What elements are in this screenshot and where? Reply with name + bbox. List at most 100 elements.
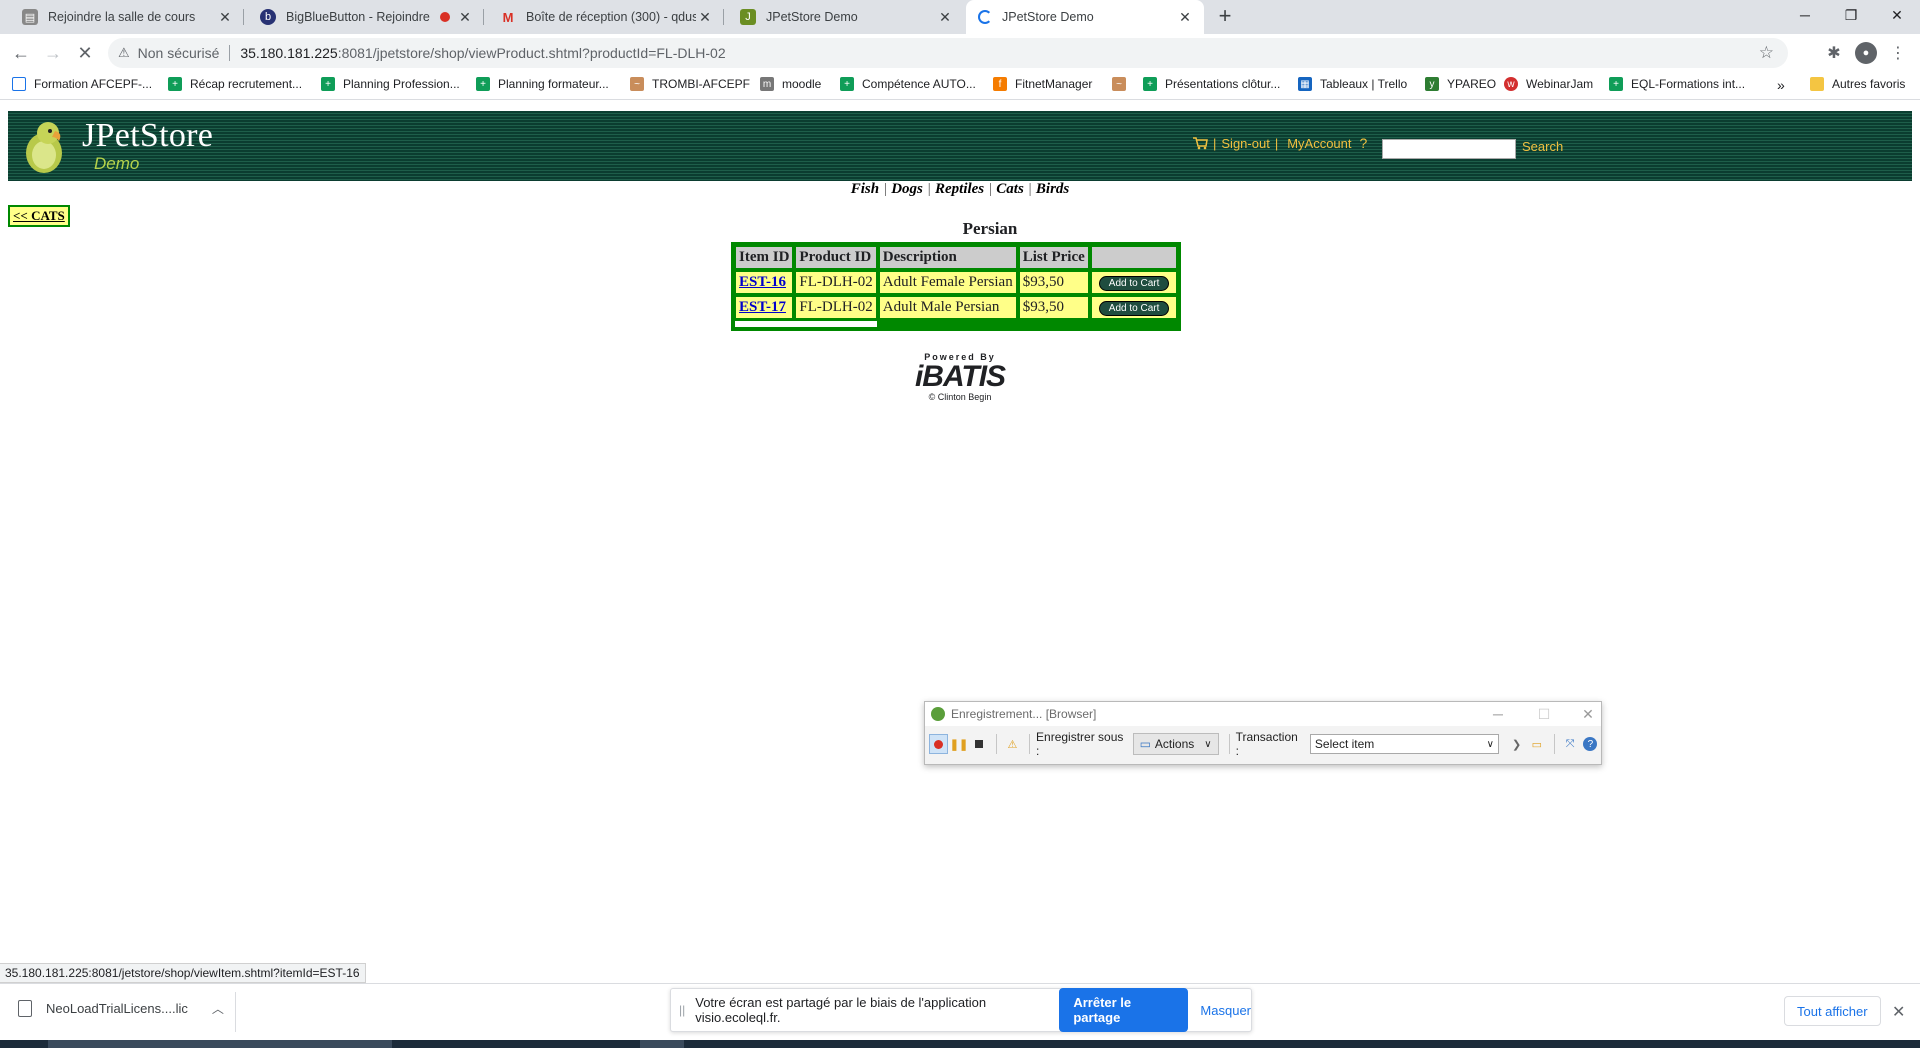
url-path: :8081/jpetstore/shop/viewProduct.shtml?p… (337, 45, 726, 61)
close-icon[interactable]: ✕ (696, 8, 714, 26)
forward-arrow-icon[interactable]: → (40, 40, 66, 66)
pause-button[interactable]: ❚❚ (949, 734, 968, 754)
bookmark-star-icon[interactable]: ☆ (1759, 43, 1774, 63)
item-id-link[interactable]: EST-16 (735, 271, 794, 294)
parrot-logo-icon[interactable] (22, 117, 66, 175)
help-icon[interactable]: ? (1360, 135, 1368, 151)
hide-button[interactable]: Masquer (1200, 1003, 1251, 1018)
stop-button[interactable] (970, 734, 989, 754)
bookmark-item[interactable]: Formation AFCEPF-... (12, 77, 152, 91)
warning-icon[interactable]: ⚠ (118, 45, 130, 61)
close-icon[interactable]: ✕ (456, 8, 474, 26)
table-footer-row (735, 321, 1178, 327)
close-button[interactable]: ✕ (1573, 704, 1603, 724)
add-to-cart-button[interactable]: Add to Cart (1098, 301, 1170, 316)
bookmark-item[interactable]: + Compétence AUTO... (840, 77, 976, 91)
quicklink-dogs[interactable]: Dogs (891, 181, 923, 197)
bookmark-item[interactable]: m moodle (760, 77, 821, 91)
download-shelf: NeoLoadTrialLicens....lic ︿ || Votre écr… (0, 983, 1920, 1040)
close-window-button[interactable]: ✕ (1874, 0, 1920, 30)
quicklink-cats[interactable]: Cats (996, 181, 1024, 197)
transaction-select[interactable]: Select item ∨ (1309, 734, 1499, 754)
back-arrow-icon[interactable]: ← (8, 40, 34, 66)
divider: | (988, 181, 993, 197)
save-as-label: Enregistrer sous : (1036, 730, 1124, 758)
quicklink-fish[interactable]: Fish (851, 181, 879, 197)
sign-out-link[interactable]: Sign-out (1221, 136, 1269, 151)
bookmarks-overflow-button[interactable]: » (1777, 77, 1785, 93)
header-links: | Sign-out | MyAccount ? (1192, 135, 1367, 151)
bookmark-item[interactable]: + Récap recrutement... (168, 77, 302, 91)
bookmark-item[interactable]: + Présentations clôtur... (1143, 77, 1280, 91)
other-bookmarks[interactable]: Autres favoris (1810, 77, 1905, 91)
fitnet-icon: f (993, 77, 1007, 91)
bookmark-item[interactable]: ▦ Tableaux | Trello (1298, 77, 1407, 91)
close-icon[interactable]: ✕ (936, 8, 954, 26)
stop-sharing-button[interactable]: Arrêter le partage (1059, 988, 1189, 1032)
profile-avatar[interactable]: ● (1855, 42, 1877, 64)
tab-gmail[interactable]: M Boîte de réception (300) - qduss ✕ (488, 0, 724, 34)
bookmark-item[interactable]: ~ TROMBI-AFCEPF (630, 77, 750, 91)
bigbluebutton-icon: b (260, 9, 276, 25)
quicklink-reptiles[interactable]: Reptiles (935, 181, 984, 197)
maximize-button[interactable]: ☐ (1529, 704, 1559, 724)
divider: | (1274, 135, 1279, 151)
document-icon: ▤ (22, 9, 38, 25)
search-input[interactable] (1382, 139, 1516, 159)
logo-title[interactable]: JPetStore (82, 117, 213, 155)
restore-button[interactable]: ❐ (1828, 0, 1874, 30)
trombi-icon: ~ (630, 77, 644, 91)
download-filename: NeoLoadTrialLicens....lic (46, 1001, 188, 1016)
recorder-title: Enregistrement... [Browser] (951, 707, 1097, 721)
tab-rejoindre-salle[interactable]: ▤ Rejoindre la salle de cours ✕ (10, 0, 244, 34)
download-item[interactable]: NeoLoadTrialLicens....lic ︿ (18, 1000, 224, 1017)
drag-handle-icon[interactable]: || (679, 1003, 685, 1017)
fit-screen-icon[interactable]: ⤧ (1560, 734, 1579, 754)
address-bar[interactable]: ⚠ Non sécurisé 35.180.181.225 :8081/jpet… (108, 38, 1788, 68)
divider: | (883, 181, 888, 197)
bookmark-item[interactable]: + Planning Profession... (321, 77, 460, 91)
new-tab-button[interactable]: + (1212, 5, 1238, 29)
taskbar-item[interactable] (48, 1040, 392, 1048)
menu-kebab-icon[interactable]: ⋮ (1887, 42, 1909, 64)
minimize-button[interactable]: ─ (1483, 704, 1513, 724)
status-url-bubble: 35.180.181.225:8081/jetstore/shop/viewIt… (0, 963, 366, 983)
close-icon[interactable]: ✕ (1176, 8, 1194, 26)
cart-icon[interactable] (1192, 136, 1208, 150)
category-quicklinks: Fish | Dogs | Reptiles | Cats | Birds (0, 181, 1920, 198)
record-button[interactable] (929, 734, 949, 754)
security-label[interactable]: Non sécurisé (138, 45, 220, 61)
tab-divider (243, 9, 244, 25)
close-icon[interactable]: ✕ (1892, 1002, 1905, 1022)
bookmark-label: Récap recrutement... (190, 77, 303, 91)
taskbar-item[interactable] (640, 1040, 684, 1048)
bookmark-item[interactable]: f FitnetManager (993, 77, 1092, 91)
bookmark-item[interactable]: + EQL-Formations int... (1609, 77, 1745, 91)
warning-icon[interactable]: ⚠ (1003, 734, 1022, 754)
close-icon[interactable]: ✕ (216, 8, 234, 26)
chevron-up-icon[interactable]: ︿ (212, 1000, 224, 1017)
next-arrow-icon[interactable]: ❯ (1507, 734, 1526, 754)
extensions-puzzle-icon[interactable]: ✱ (1823, 42, 1845, 64)
tab-jpetstore-active[interactable]: JPetStore Demo ✕ (966, 0, 1204, 34)
minimize-button[interactable]: ─ (1782, 0, 1828, 30)
recorder-titlebar[interactable]: Enregistrement... [Browser] ─ ☐ ✕ (925, 702, 1601, 726)
folder-icon: ▭ (1139, 737, 1151, 751)
help-icon[interactable]: ? (1581, 734, 1600, 754)
open-folder-icon[interactable]: ▭ (1527, 734, 1546, 754)
tab-bigbluebutton[interactable]: b BigBlueButton - Rejoindre la ✕ (248, 0, 484, 34)
show-all-button[interactable]: Tout afficher (1784, 996, 1881, 1026)
my-account-link[interactable]: MyAccount (1287, 136, 1351, 151)
search-button[interactable]: Search (1522, 139, 1563, 154)
bookmark-item[interactable]: y YPAREO (1425, 77, 1496, 91)
quicklink-birds[interactable]: Birds (1036, 181, 1069, 197)
bookmark-item[interactable]: w WebinarJam (1504, 77, 1593, 91)
add-to-cart-button[interactable]: Add to Cart (1098, 276, 1170, 291)
tab-jpetstore[interactable]: J JPetStore Demo ✕ (728, 0, 964, 34)
bookmark-item[interactable]: + Planning formateur... (476, 77, 609, 91)
stop-loading-icon[interactable]: ✕ (72, 40, 98, 66)
bookmark-item[interactable]: ~ (1112, 77, 1134, 91)
item-id-link[interactable]: EST-17 (735, 296, 794, 319)
actions-label: Actions (1154, 737, 1195, 751)
actions-dropdown[interactable]: ▭ Actions ∨ (1132, 733, 1219, 755)
